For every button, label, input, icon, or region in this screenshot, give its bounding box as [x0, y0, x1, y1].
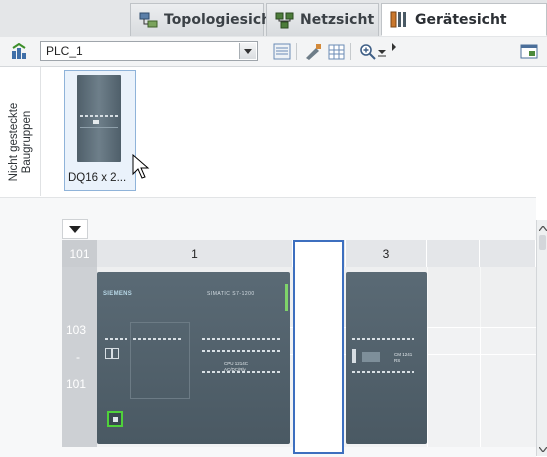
- slot-header-3: 3: [346, 240, 427, 267]
- strip-label-line2: Baugruppen: [21, 110, 33, 174]
- network-icon: [275, 12, 294, 28]
- tab-label: Topologiesicht: [164, 12, 278, 28]
- siemens-logo: SIEMENS: [103, 291, 133, 297]
- unplugged-modules-strip[interactable]: Nicht gesteckte Baugruppen: [0, 67, 41, 196]
- tab-device-view[interactable]: Gerätesicht: [381, 3, 547, 36]
- scroll-up-button[interactable]: [538, 223, 547, 233]
- led-strip: [352, 338, 414, 340]
- zoom-icon: [359, 44, 376, 60]
- tab-label: Netzsicht: [300, 12, 375, 28]
- overview-icon: [520, 44, 538, 59]
- strip-label-line1: Nicht gesteckte: [8, 102, 20, 182]
- communication-module[interactable]: CM 1241 RS: [346, 272, 427, 444]
- cpu-front-panel: [130, 322, 190, 399]
- rail-label-dash: -: [76, 350, 80, 364]
- device-add-icon: [12, 42, 26, 59]
- draw-button[interactable]: [303, 42, 323, 61]
- slot-header-5: [480, 240, 536, 267]
- cm-indicator: [352, 349, 356, 363]
- ethernet-port[interactable]: [107, 411, 123, 427]
- cm-model-line2: RS: [394, 358, 401, 363]
- rack-row-label: 101: [62, 240, 97, 267]
- zoom-dropdown-icon: [378, 49, 386, 56]
- add-device-button[interactable]: [9, 42, 29, 61]
- cpu-status-indicator: [285, 284, 288, 311]
- grid-icon: [328, 44, 344, 59]
- device-icon: [390, 11, 406, 28]
- chevron-down-icon: [538, 446, 547, 452]
- tab-topology-view[interactable]: Topologiesicht: [130, 3, 278, 36]
- cm-model-label: CM 1241 RS: [394, 352, 412, 364]
- overview-button[interactable]: [519, 42, 539, 61]
- unplugged-module-card[interactable]: DQ16 x 2...: [64, 70, 136, 191]
- led-strip: [133, 338, 183, 340]
- cm-connector: [362, 352, 380, 362]
- zoom-dropdown-button[interactable]: [376, 42, 388, 61]
- view-tab-bar: Topologiesicht Netzsicht Gerätesicht: [0, 0, 547, 38]
- more-options-arrow[interactable]: [390, 37, 398, 56]
- device-select[interactable]: PLC_1: [40, 41, 258, 61]
- led-strip: [202, 338, 282, 340]
- slot-header-1: 1: [97, 240, 293, 267]
- dropdown-button[interactable]: [239, 43, 256, 59]
- toolbar-separator: [296, 43, 297, 60]
- unplugged-modules-gallery: DQ16 x 2...: [41, 67, 547, 196]
- expand-right-icon: [392, 42, 396, 51]
- toolbar-separator: [350, 43, 351, 60]
- cpu-module[interactable]: SIEMENS SIMATIC S7-1200 CPU 1214C AC/DC/…: [97, 272, 290, 444]
- properties-icon: [273, 43, 291, 60]
- cpu-family-label: SIMATIC S7-1200: [207, 291, 255, 297]
- properties-button[interactable]: [272, 42, 292, 61]
- chevron-up-icon: [538, 225, 547, 231]
- collapse-rack-button[interactable]: [62, 219, 88, 239]
- rail-label-top: 103: [66, 323, 87, 337]
- mouse-cursor-icon: [132, 154, 150, 179]
- triangle-down-icon: [69, 225, 81, 233]
- tab-label: Gerätesicht: [415, 11, 507, 28]
- scroll-thumb[interactable]: [539, 235, 546, 250]
- device-view-toolbar: PLC_1: [0, 37, 547, 67]
- cpu-switch: [105, 348, 112, 359]
- chevron-down-icon: [244, 48, 252, 54]
- grid-button[interactable]: [326, 42, 346, 61]
- module-thumbnail: [77, 75, 121, 162]
- unplugged-module-label: DQ16 x 2...: [68, 172, 127, 184]
- slot-header-4: [427, 240, 480, 267]
- unplugged-modules-label: Nicht gesteckte Baugruppen: [8, 82, 34, 202]
- topology-icon: [139, 12, 158, 27]
- cpu-model-line2: AC/DC/Rly: [224, 367, 246, 372]
- device-select-value: PLC_1: [46, 44, 83, 58]
- slot-2-selected[interactable]: [293, 240, 344, 454]
- scroll-down-button[interactable]: [538, 444, 547, 454]
- led-strip: [105, 338, 127, 340]
- cpu-model-label: CPU 1214C AC/DC/Rly: [224, 361, 248, 373]
- vertical-scrollbar[interactable]: [536, 220, 547, 456]
- led-strip: [202, 350, 282, 352]
- led-strip: [352, 371, 414, 373]
- draw-icon: [306, 44, 321, 60]
- rail-label-bottom: 101: [66, 377, 87, 391]
- cpu-switch: [112, 348, 119, 359]
- zoom-button[interactable]: [357, 42, 377, 61]
- tab-network-view[interactable]: Netzsicht: [266, 3, 379, 36]
